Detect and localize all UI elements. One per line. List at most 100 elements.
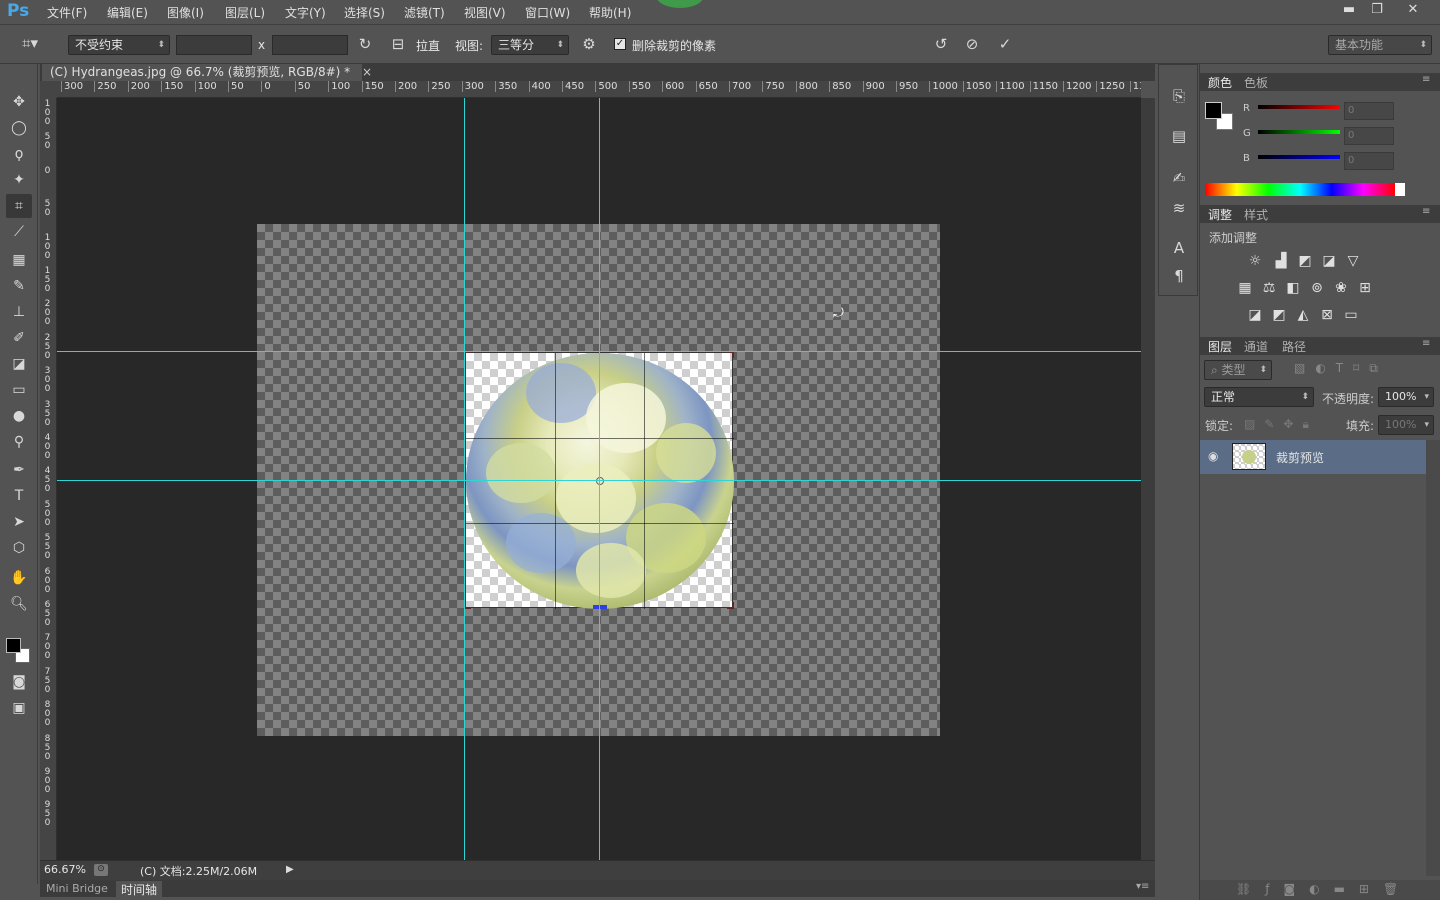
tab-color[interactable]: 颜色	[1208, 74, 1232, 91]
brightness-icon[interactable]: ☼	[1246, 252, 1264, 270]
color-lookup-icon[interactable]: ⊞	[1356, 279, 1374, 297]
hand-tool-icon[interactable]: ✋	[6, 566, 32, 590]
vibrance-icon[interactable]: ▽	[1344, 252, 1362, 270]
eraser-tool-icon[interactable]: ◪	[6, 352, 32, 376]
threshold-icon[interactable]: ◭	[1294, 306, 1312, 324]
layer-filter-icons[interactable]: ▧◐T⌑⧉	[1294, 361, 1388, 376]
menu-select[interactable]: 选择(S)	[344, 4, 385, 21]
minimize-button[interactable]: ▬	[1338, 1, 1360, 19]
blend-mode-select[interactable]: 正常 ⬍	[1204, 387, 1314, 407]
ratio-height-input[interactable]	[272, 35, 348, 55]
workspace-select[interactable]: 基本功能 ⬍	[1328, 35, 1432, 55]
marquee-tool-icon[interactable]: ◯	[6, 116, 32, 140]
screen-mode-icon[interactable]: ▣	[6, 696, 32, 720]
document-tab[interactable]: (C) Hydrangeas.jpg @ 66.7% (裁剪预览, RGB/8#…	[42, 64, 372, 81]
posterize-icon[interactable]: ◩	[1270, 306, 1288, 324]
status-menu-arrow-icon[interactable]: ▶	[286, 864, 294, 875]
guide-line-vertical[interactable]	[464, 98, 465, 860]
close-tab-icon[interactable]: ×	[362, 65, 372, 79]
menu-view[interactable]: 视图(V)	[464, 4, 506, 21]
layer-filter-select[interactable]: ⌕ 类型 ⬍	[1204, 360, 1272, 380]
history-brush-icon[interactable]: ✐	[6, 326, 32, 350]
crop-handle-bottom[interactable]	[593, 605, 607, 609]
guide-line-horizontal[interactable]	[57, 351, 1141, 352]
g-value-input[interactable]: 0	[1344, 127, 1394, 145]
g-slider[interactable]	[1258, 130, 1340, 134]
channel-mixer-icon[interactable]: ❀	[1332, 279, 1350, 297]
character-panel-icon[interactable]: A	[1169, 239, 1189, 257]
guide-line-horizontal[interactable]	[57, 480, 1141, 481]
menu-file[interactable]: 文件(F)	[47, 4, 87, 21]
menu-help[interactable]: 帮助(H)	[589, 4, 631, 21]
path-select-icon[interactable]: ➤	[6, 510, 32, 534]
fill-input[interactable]: 100% ▾	[1378, 415, 1434, 435]
blur-tool-icon[interactable]: ●	[6, 404, 32, 428]
cancel-icon[interactable]: ⊘	[961, 35, 983, 53]
menu-filter[interactable]: 滤镜(T)	[404, 4, 445, 21]
dodge-tool-icon[interactable]: ⚲	[6, 430, 32, 454]
tab-timeline[interactable]: 时间轴	[116, 881, 163, 898]
stamp-tool-icon[interactable]: ⊥	[6, 300, 32, 324]
brush-presets-icon[interactable]: ≋	[1169, 199, 1189, 217]
invert-icon[interactable]: ◪	[1246, 306, 1264, 324]
paragraph-panel-icon[interactable]: ¶	[1169, 267, 1189, 285]
delete-cropped-checkbox[interactable]: ✓	[614, 38, 626, 50]
layer-name[interactable]: 裁剪预览	[1276, 449, 1324, 466]
crop-handle-top-right[interactable]	[727, 351, 734, 358]
menu-type[interactable]: 文字(Y)	[285, 4, 326, 21]
crop-handle-bottom-left[interactable]	[464, 602, 471, 609]
guide-line-vertical[interactable]	[599, 98, 600, 860]
panel-menu-icon[interactable]: ≡	[1422, 74, 1430, 85]
zoom-tool-icon[interactable]: 🔍︎	[6, 592, 32, 616]
panel-menu-icon[interactable]: ≡	[1422, 206, 1430, 217]
r-slider[interactable]	[1258, 105, 1340, 109]
swap-icon[interactable]: ↻	[355, 35, 375, 53]
brush-tool-icon[interactable]: ✎	[6, 274, 32, 298]
actions-panel-icon[interactable]: ▤	[1169, 127, 1189, 145]
black-white-icon[interactable]: ◧	[1284, 279, 1302, 297]
levels-icon[interactable]: ▟	[1272, 252, 1290, 270]
move-tool-icon[interactable]: ✥	[6, 90, 32, 114]
canvas-area[interactable]: ⤾	[57, 98, 1141, 860]
magic-wand-icon[interactable]: ✦	[6, 168, 32, 192]
history-panel-icon[interactable]: ⎘	[1169, 87, 1189, 105]
foreground-color-swatch[interactable]	[6, 638, 21, 653]
vertical-scrollbar[interactable]	[1141, 98, 1155, 860]
tab-adjustments[interactable]: 调整	[1208, 206, 1232, 223]
panel-menu-icon[interactable]: ▾≡	[1136, 881, 1149, 892]
visibility-eye-icon[interactable]: ◉	[1208, 449, 1218, 463]
tab-styles[interactable]: 样式	[1244, 206, 1268, 223]
layers-scrollbar[interactable]	[1426, 440, 1440, 876]
menu-edit[interactable]: 编辑(E)	[107, 4, 148, 21]
tab-swatches[interactable]: 色板	[1244, 74, 1268, 91]
crop-handle-top-left[interactable]	[464, 351, 471, 358]
gear-icon[interactable]: ⚙	[578, 35, 600, 53]
b-value-input[interactable]: 0	[1344, 152, 1394, 170]
menu-image[interactable]: 图像(I)	[167, 4, 204, 21]
shape-tool-icon[interactable]: ⬡	[6, 536, 32, 560]
gradient-map-icon[interactable]: ▭	[1342, 306, 1360, 324]
exposure-icon[interactable]: ◪	[1320, 252, 1338, 270]
tab-layers[interactable]: 图层	[1208, 338, 1232, 355]
fg-color-swatch[interactable]	[1205, 102, 1222, 119]
gradient-tool-icon[interactable]: ▭	[6, 378, 32, 402]
tab-channels[interactable]: 通道	[1244, 338, 1268, 355]
color-balance-icon[interactable]: ⚖	[1260, 279, 1278, 297]
crop-handle-bottom-right[interactable]	[727, 602, 734, 609]
lasso-tool-icon[interactable]: ϙ	[6, 142, 32, 166]
zoom-level[interactable]: 66.67%	[44, 863, 86, 876]
menu-window[interactable]: 窗口(W)	[525, 4, 570, 21]
brush-panel-icon[interactable]: ✍	[1169, 169, 1189, 187]
layer-action-icons[interactable]: ⛓ƒ◙◐▬⊞🗑︎	[1236, 882, 1412, 896]
hue-saturation-icon[interactable]: ▦	[1236, 279, 1254, 297]
ratio-select[interactable]: 不受约束 ⬍	[68, 35, 170, 55]
type-tool-icon[interactable]: T	[6, 484, 32, 508]
r-value-input[interactable]: 0	[1344, 102, 1394, 120]
b-slider[interactable]	[1258, 155, 1340, 159]
close-window-button[interactable]: ✕	[1402, 1, 1424, 19]
tab-mini-bridge[interactable]: Mini Bridge	[46, 882, 108, 895]
ratio-width-input[interactable]	[176, 35, 252, 55]
color-spectrum[interactable]	[1205, 183, 1405, 196]
view-select[interactable]: 三等分 ⬍	[491, 35, 569, 55]
layer-row[interactable]: ◉ 裁剪预览	[1200, 440, 1426, 474]
